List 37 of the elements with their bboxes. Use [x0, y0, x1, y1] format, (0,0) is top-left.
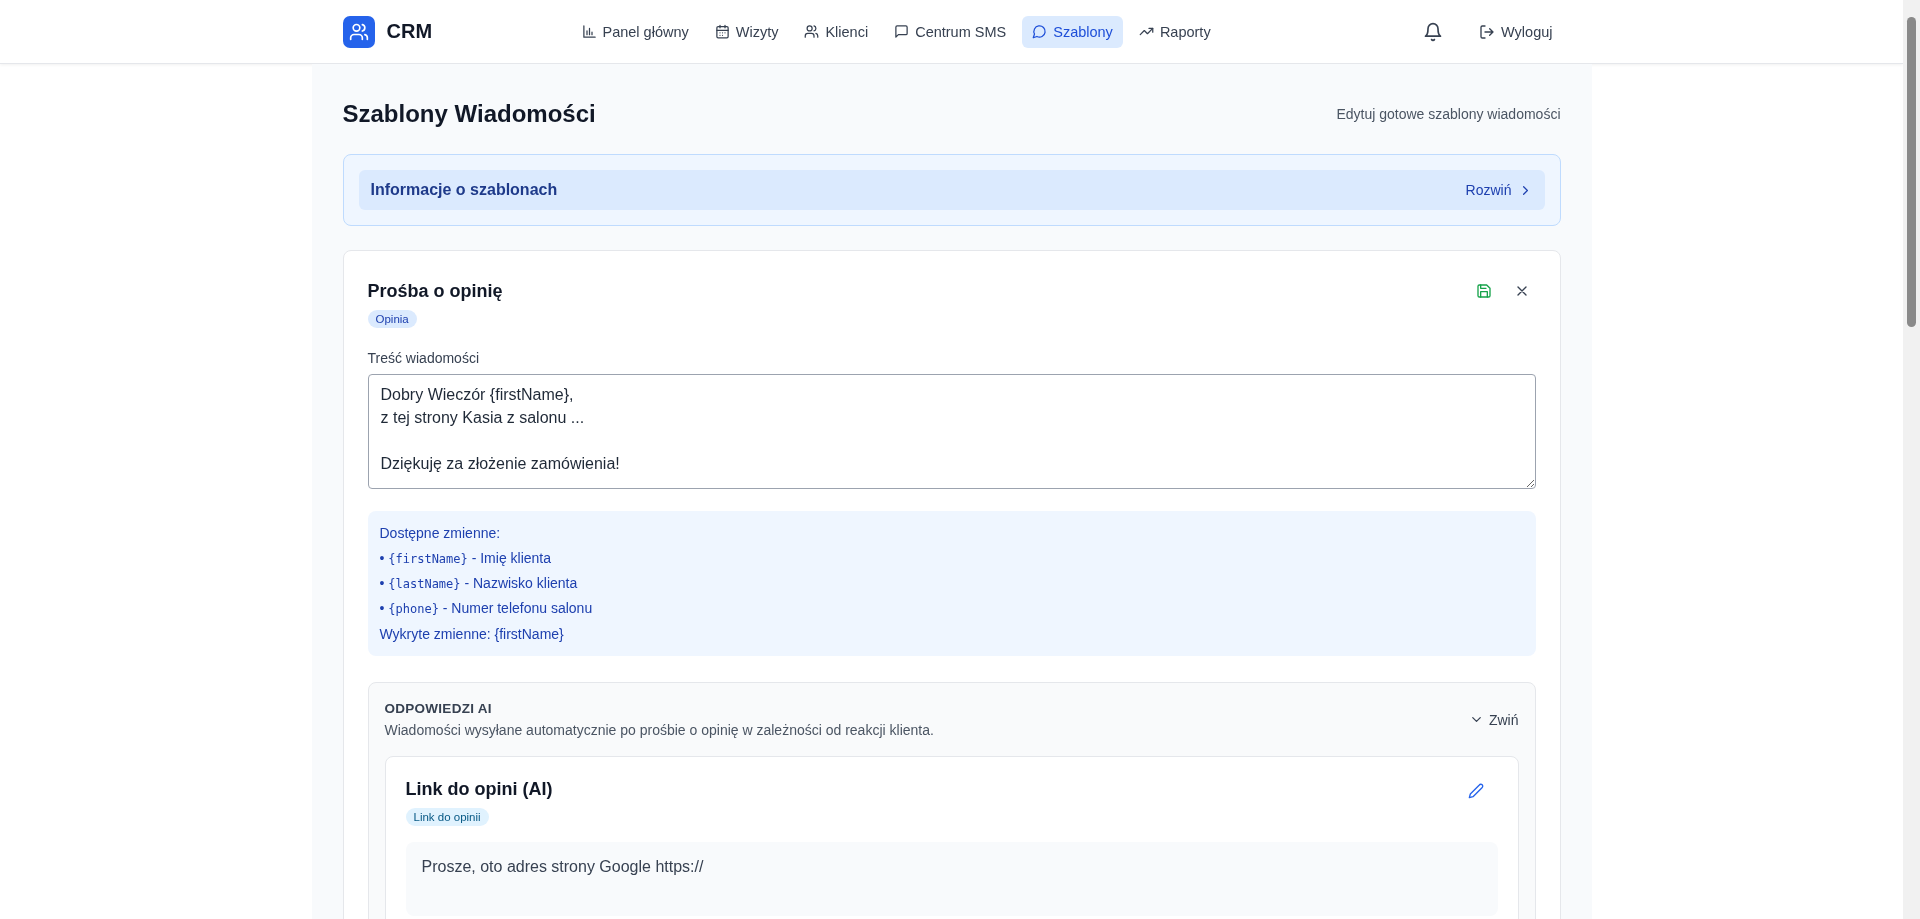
info-panel-header[interactable]: Informacje o szablonach Rozwiń	[358, 170, 1545, 210]
page-subtitle: Edytuj gotowe szablony wiadomości	[1336, 106, 1561, 122]
nav-tab[interactable]: Raporty	[1128, 15, 1221, 48]
edit-button[interactable]	[1467, 783, 1484, 799]
variables-heading: Dostępne zmienne:	[379, 525, 502, 541]
page-title: Szablony Wiadomości	[342, 100, 596, 128]
nav-tab[interactable]: Klienci	[794, 15, 879, 48]
scrollbar-thumb[interactable]	[1907, 17, 1916, 327]
category-tag: Link do opinii	[405, 808, 489, 826]
message-field[interactable]: Dobry Wieczór {firstName}, z tej strony Kasia z salonu ... Dziękuję za złożenie zamówienia!	[367, 374, 1536, 489]
pencil-icon	[1467, 783, 1484, 799]
bar-chart-icon	[581, 24, 597, 39]
field-label: Treść wiadomości	[367, 350, 480, 366]
collapse-button[interactable]: Zwiń	[1468, 711, 1519, 728]
template-title: Prośba o opinię	[367, 281, 503, 302]
users-icon	[348, 21, 369, 42]
category-tag: Opinia	[367, 310, 417, 328]
users-icon	[804, 24, 820, 39]
save-icon	[1475, 283, 1492, 299]
calendar-icon	[714, 24, 730, 39]
nav-tab[interactable]: Wizyty	[704, 15, 789, 48]
nav-tab[interactable]: Szablony	[1022, 15, 1123, 48]
reply-title: Link do opini (AI)	[405, 779, 553, 800]
detected-variables: Wykryte zmienne: {firstName}	[379, 626, 565, 642]
variable-item: • {phone} - Numer telefonu salonu	[379, 600, 594, 616]
nav-tab[interactable]: Centrum SMS	[884, 15, 1017, 48]
logout-icon	[1479, 23, 1496, 40]
logout-button[interactable]: Wyloguj	[1471, 17, 1561, 46]
variable-item: • {firstName} - Imię klienta	[379, 550, 553, 566]
nav-tab[interactable]: Panel główny	[571, 15, 699, 48]
section-title: ODPOWIEDZI AI	[384, 701, 493, 716]
brand-name: CRM	[386, 20, 433, 43]
section-description: Wiadomości wysyłane automatycznie po prośbie o opinię w zależności od reakcji klienta.	[384, 722, 934, 738]
variable-item: • {lastName} - Nazwisko klienta	[379, 575, 579, 591]
save-button[interactable]	[1475, 283, 1492, 299]
reply-message: Prosze, oto adres strony Google https://	[405, 842, 1498, 916]
bell-icon	[1423, 21, 1444, 42]
